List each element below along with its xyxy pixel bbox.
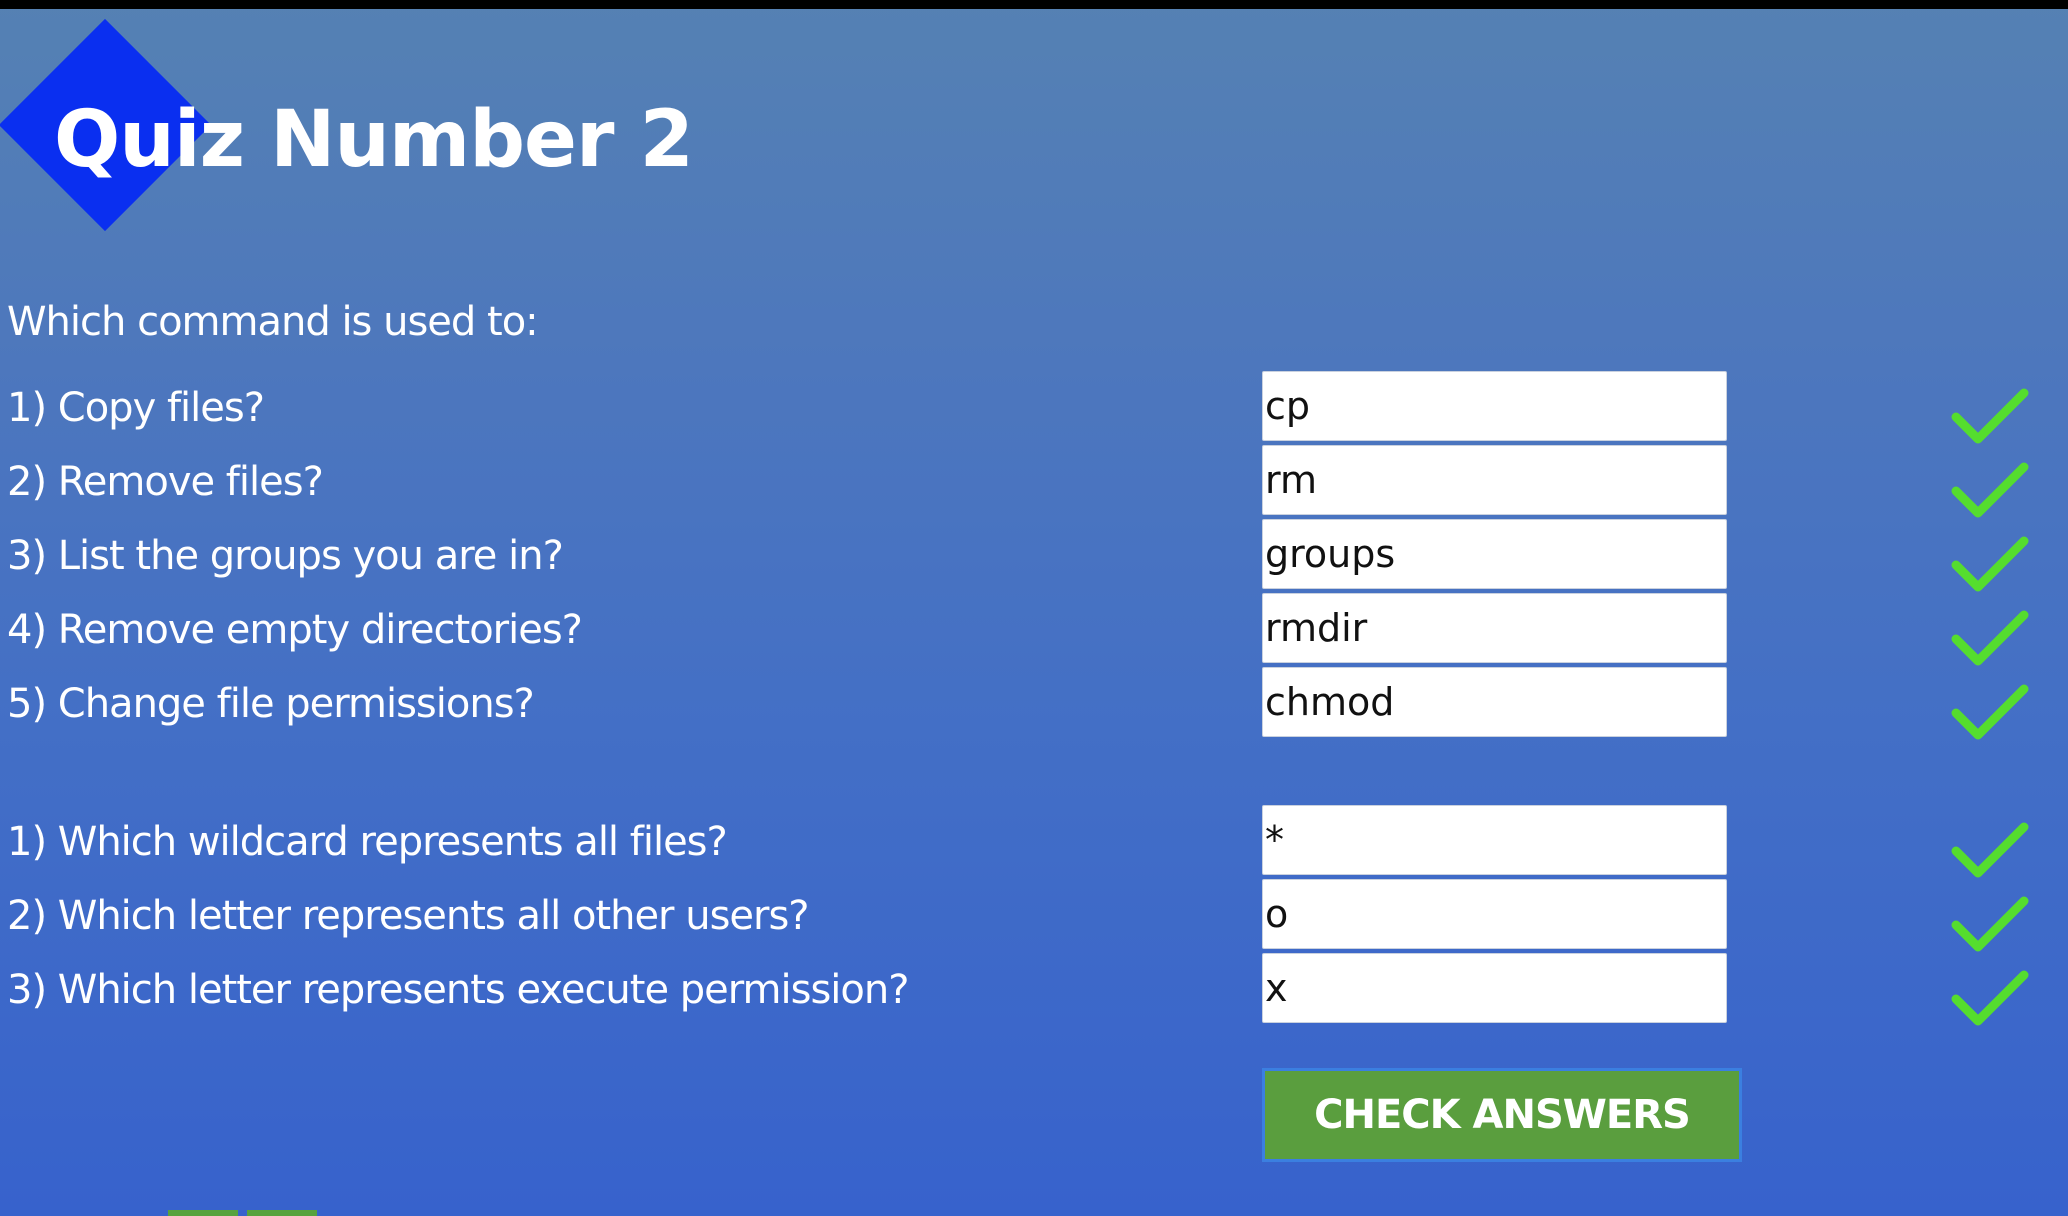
partial-button[interactable] — [168, 1210, 238, 1216]
intro-text: Which command is used to: — [7, 299, 539, 345]
checkmark-icon — [1951, 684, 2029, 740]
question-label: 4) Remove empty directories? — [7, 607, 583, 653]
checkmark-icon — [1951, 896, 2029, 952]
answer-input[interactable] — [1262, 953, 1727, 1023]
checkmark-icon — [1951, 822, 2029, 878]
question-label: 5) Change file permissions? — [7, 681, 535, 727]
question-label: 2) Which letter represents all other use… — [7, 893, 810, 939]
answer-input[interactable] — [1262, 371, 1727, 441]
answer-input[interactable] — [1262, 519, 1727, 589]
partial-button[interactable] — [247, 1210, 317, 1216]
top-bar — [0, 0, 2068, 9]
checkmark-icon — [1951, 388, 2029, 444]
quiz-title: Quiz Number 2 — [54, 95, 694, 185]
question-label: 2) Remove files? — [7, 459, 324, 505]
checkmark-icon — [1951, 536, 2029, 592]
checkmark-icon — [1951, 462, 2029, 518]
checkmark-icon — [1951, 970, 2029, 1026]
question-label: 1) Which wildcard represents all files? — [7, 819, 728, 865]
question-label: 3) Which letter represents execute permi… — [7, 967, 909, 1013]
answer-input[interactable] — [1262, 593, 1727, 663]
answer-input[interactable] — [1262, 879, 1727, 949]
answer-input[interactable] — [1262, 805, 1727, 875]
answer-input[interactable] — [1262, 445, 1727, 515]
answer-input[interactable] — [1262, 667, 1727, 737]
check-answers-button[interactable]: CHECK ANSWERS — [1262, 1068, 1742, 1162]
checkmark-icon — [1951, 610, 2029, 666]
question-label: 1) Copy files? — [7, 385, 265, 431]
question-label: 3) List the groups you are in? — [7, 533, 564, 579]
